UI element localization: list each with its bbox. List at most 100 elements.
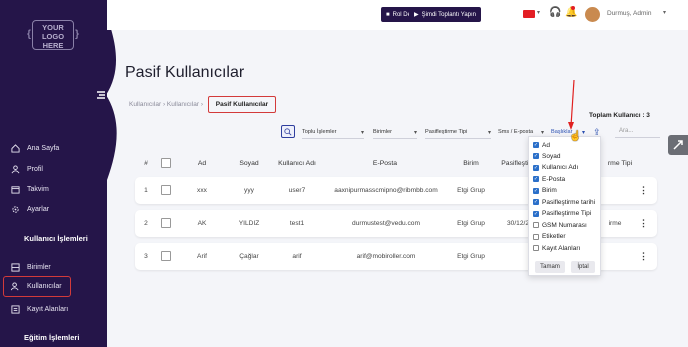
col-deactivation-type[interactable]: rme Tipi — [608, 160, 632, 167]
column-option-deactivation-date[interactable]: ✓ Pasifleştirme tarihi — [533, 197, 595, 207]
cell-soyad: Çağlar — [239, 253, 259, 260]
meet-now-button[interactable]: ▶ Şimdi Toplantı Yapın — [409, 7, 481, 22]
language-flag-icon[interactable] — [523, 10, 535, 18]
sidebar-section-user-ops: Kullanıcı İşlemleri — [24, 234, 88, 243]
chevron-down-icon[interactable]: ▾ — [537, 9, 540, 16]
logo: { YOUR LOGO HERE } — [27, 20, 79, 50]
cell-username: user7 — [288, 187, 306, 194]
checkbox-checked[interactable]: ✓ — [533, 164, 539, 171]
column-option-username[interactable]: ✓ Kullanıcı Adı — [533, 163, 578, 173]
breadcrumb[interactable]: Kullanıcılar › Kullanıcılar › — [129, 101, 203, 108]
chevron-down-icon: ▾ — [581, 130, 585, 136]
checkbox-checked[interactable]: ✓ — [533, 210, 539, 217]
checkbox-checked[interactable]: ✓ — [533, 142, 539, 148]
sidebar-item-settings[interactable]: Ayarlar — [10, 202, 49, 216]
row-menu-icon[interactable]: ⋮ — [639, 185, 648, 196]
user-name[interactable]: Durmuş, Admin — [607, 10, 651, 17]
total-users: Toplam Kullanıcı : 3 — [589, 112, 650, 119]
search-input[interactable]: Ara... — [615, 124, 660, 138]
row-menu-icon[interactable]: ⋮ — [639, 251, 648, 262]
ok-button[interactable]: Tamam — [535, 261, 565, 273]
logo-line3: HERE — [42, 41, 64, 50]
row-checkbox[interactable] — [161, 185, 171, 195]
cell-ad: xxx — [197, 187, 207, 194]
avatar[interactable] — [585, 7, 600, 22]
filter-button[interactable] — [281, 125, 295, 138]
cell-unit: Etgi Grup — [457, 187, 485, 194]
column-option-ad[interactable]: ✓ Ad — [533, 140, 550, 150]
cell-num: 3 — [144, 253, 148, 260]
column-option-deactivation-type[interactable]: ✓ Pasifleştirme Tipi — [533, 209, 591, 219]
topbar: ■ Rol Değiştir ▶ Şimdi Toplantı Yapın ▾ … — [107, 0, 688, 30]
column-option-label: Kullanıcı Adı — [542, 164, 579, 171]
checkbox-unchecked[interactable] — [533, 222, 539, 228]
sidebar-item-units[interactable]: Birimler — [10, 260, 51, 274]
cell-soyad: YILDIZ — [238, 220, 260, 227]
sidebar-item-profile[interactable]: Profil — [10, 162, 43, 176]
rocket-button[interactable] — [668, 135, 688, 155]
cell-email: durmustest@vedu.com — [352, 220, 420, 227]
form-icon — [10, 304, 20, 314]
units-label: Birimler — [373, 129, 392, 135]
page-title: Pasif Kullanıcılar — [125, 64, 245, 81]
row-checkbox[interactable] — [161, 218, 171, 228]
col-ad[interactable]: Ad — [198, 160, 206, 167]
row-menu-icon[interactable]: ⋮ — [639, 218, 648, 229]
user-menu-chevron-icon[interactable]: ▾ — [663, 9, 666, 16]
sidebar-item-registration-fields[interactable]: Kayıt Alanları — [10, 302, 68, 316]
bulk-actions-select[interactable]: Toplu İşlemler ▾ — [302, 129, 364, 139]
headset-icon[interactable]: 🎧 — [549, 7, 561, 18]
logo-line2: LOGO — [41, 32, 65, 41]
menu-toggle-icon[interactable] — [95, 88, 107, 106]
rocket-icon — [673, 140, 683, 150]
col-email[interactable]: E-Posta — [373, 160, 397, 167]
cell-unit: Etgi Grup — [457, 220, 485, 227]
row-checkbox[interactable] — [161, 251, 171, 261]
logo-line1: YOUR — [42, 23, 64, 32]
sidebar-wave — [88, 0, 117, 347]
checkbox-checked[interactable]: ✓ — [533, 153, 539, 159]
col-unit[interactable]: Birim — [463, 160, 478, 167]
role-icon: ■ — [386, 11, 390, 18]
units-select[interactable]: Birimler ▾ — [373, 129, 417, 139]
column-option-soyad[interactable]: ✓ Soyad — [533, 151, 560, 161]
sidebar-item-label: Ana Sayfa — [27, 144, 60, 152]
breadcrumb-active: Pasif Kullanıcılar — [208, 96, 276, 113]
select-all-checkbox[interactable] — [161, 158, 171, 168]
column-option-unit[interactable]: ✓ Birim — [533, 186, 557, 196]
notification-dot — [571, 6, 575, 10]
bulk-actions-label: Toplu İşlemler — [302, 129, 337, 135]
user-icon — [10, 164, 20, 174]
sidebar-item-home[interactable]: Ana Sayfa — [10, 141, 59, 155]
col-soyad[interactable]: Soyad — [239, 160, 258, 167]
sidebar-item-users[interactable]: Kullanıcılar — [3, 276, 71, 297]
col-username[interactable]: Kullanıcı Adı — [278, 160, 316, 167]
sidebar-item-calendar[interactable]: Takvim — [10, 182, 49, 196]
users-icon — [10, 282, 20, 292]
column-option-label: Birim — [542, 187, 557, 194]
column-option-label: Etiketler — [542, 233, 566, 240]
column-option-registration-fields[interactable]: Kayıt Alanları — [533, 243, 580, 253]
column-option-tags[interactable]: Etiketler — [533, 232, 565, 242]
units-icon — [10, 262, 20, 272]
meet-now-label: Şimdi Toplantı Yapın — [421, 11, 476, 18]
cell-email: aaxnipurmasscmipno@ribmbb.com — [334, 187, 438, 194]
sms-email-label: Sms / E-posta — [498, 129, 534, 135]
cell-unit: Etgi Grup — [457, 253, 485, 260]
checkbox-checked[interactable]: ✓ — [533, 199, 539, 205]
cell-email: arif@mobiroller.com — [356, 253, 416, 260]
column-option-email[interactable]: ✓ E-Posta — [533, 174, 565, 184]
checkbox-checked[interactable]: ✓ — [533, 187, 539, 194]
column-option-gsm[interactable]: GSM Numarası — [533, 220, 587, 230]
checkbox-unchecked[interactable] — [533, 233, 539, 240]
cell-ad: AK — [197, 220, 207, 227]
col-deactivation-date[interactable]: Pasifleştir — [501, 160, 530, 167]
deactivation-type-select[interactable]: Pasifleştirme Tipi ▾ — [425, 129, 491, 139]
cell-num: 2 — [144, 220, 148, 227]
cell-soyad: yyy — [244, 187, 254, 194]
column-option-label: Ad — [542, 141, 550, 149]
column-option-label: Soyad — [542, 152, 561, 160]
cancel-button[interactable]: İptal — [571, 261, 595, 273]
checkbox-unchecked[interactable] — [533, 245, 539, 251]
checkbox-checked[interactable]: ✓ — [533, 176, 539, 182]
